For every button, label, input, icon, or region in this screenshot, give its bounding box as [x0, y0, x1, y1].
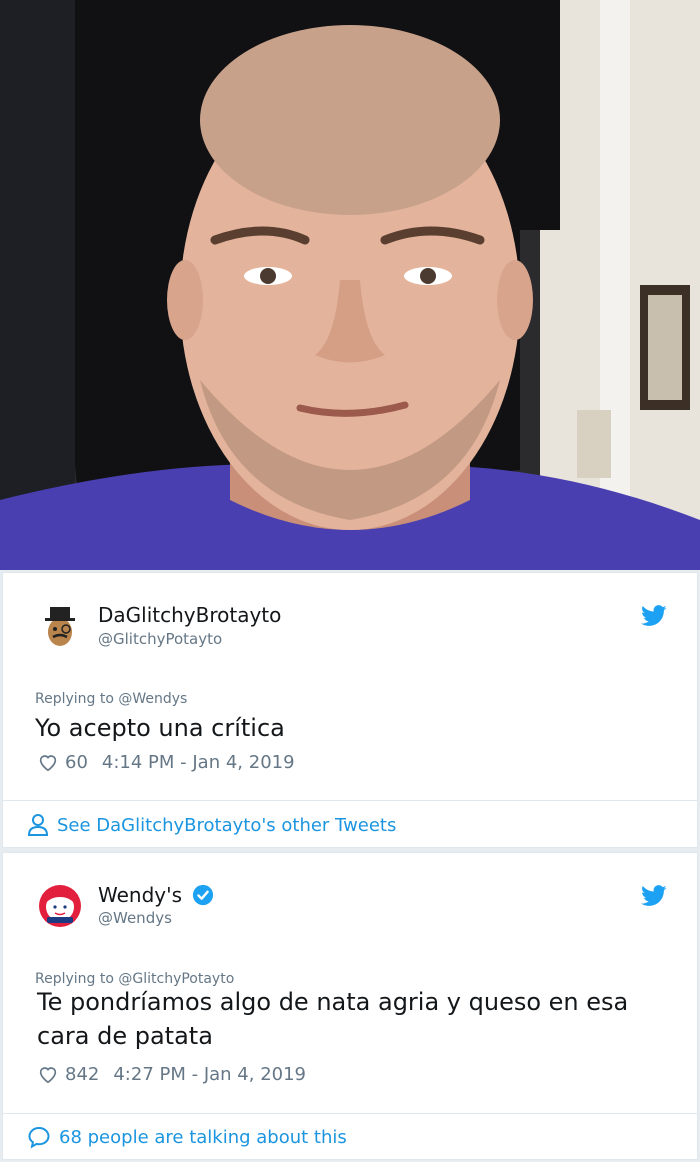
- people-talking-link[interactable]: 68 people are talking about this: [27, 1125, 347, 1149]
- heart-icon[interactable]: [37, 751, 59, 773]
- user-handle[interactable]: @Wendys: [98, 909, 172, 927]
- divider: [3, 1113, 697, 1114]
- tweet-text: Te pondríamos algo de nata agria y queso…: [37, 985, 628, 1053]
- divider: [3, 800, 697, 801]
- people-talking-label[interactable]: 68 people are talking about this: [59, 1127, 347, 1148]
- tweet-text-line-2: cara de patata: [37, 1022, 213, 1050]
- tweet-text: Yo acepto una crítica: [35, 714, 285, 742]
- potato-avatar-icon: [37, 603, 83, 649]
- avatar[interactable]: [37, 883, 83, 929]
- user-handle[interactable]: @GlitchyPotayto: [98, 630, 222, 648]
- speech-bubble-icon: [28, 1126, 50, 1149]
- tweet-card-1[interactable]: DaGlitchyBrotayto @GlitchyPotayto Replyi…: [2, 572, 698, 848]
- like-count[interactable]: 842: [65, 1064, 99, 1085]
- like-count[interactable]: 60: [65, 752, 88, 773]
- display-name[interactable]: Wendy's: [98, 883, 182, 907]
- see-other-tweets-label[interactable]: See DaGlitchyBrotayto's other Tweets: [57, 815, 396, 836]
- timestamp[interactable]: 4:27 PM - Jan 4, 2019: [113, 1064, 306, 1085]
- tweet-meta: 842 4:27 PM - Jan 4, 2019: [37, 1063, 306, 1085]
- tweet-text-line-1: Te pondríamos algo de nata agria y queso…: [37, 988, 629, 1016]
- person-icon: [27, 814, 49, 836]
- tweet-meta: 60 4:14 PM - Jan 4, 2019: [37, 751, 295, 773]
- twitter-bird-icon[interactable]: [641, 885, 667, 907]
- avatar[interactable]: [37, 603, 83, 649]
- see-other-tweets-link[interactable]: See DaGlitchyBrotayto's other Tweets: [27, 813, 396, 837]
- wendys-logo-icon: [37, 883, 83, 929]
- verified-badge-icon: [193, 884, 214, 906]
- replying-to[interactable]: Replying to @Wendys: [35, 691, 187, 707]
- selfie-image: [0, 0, 700, 570]
- heart-icon[interactable]: [37, 1063, 59, 1085]
- display-name-row: Wendy's: [98, 883, 214, 907]
- timestamp[interactable]: 4:14 PM - Jan 4, 2019: [102, 752, 295, 773]
- tweet-card-2[interactable]: Wendy's @Wendys Replying to @GlitchyPota…: [2, 852, 698, 1160]
- twitter-bird-icon[interactable]: [641, 605, 667, 627]
- display-name[interactable]: DaGlitchyBrotayto: [98, 603, 281, 627]
- tweet-photo: [0, 0, 700, 570]
